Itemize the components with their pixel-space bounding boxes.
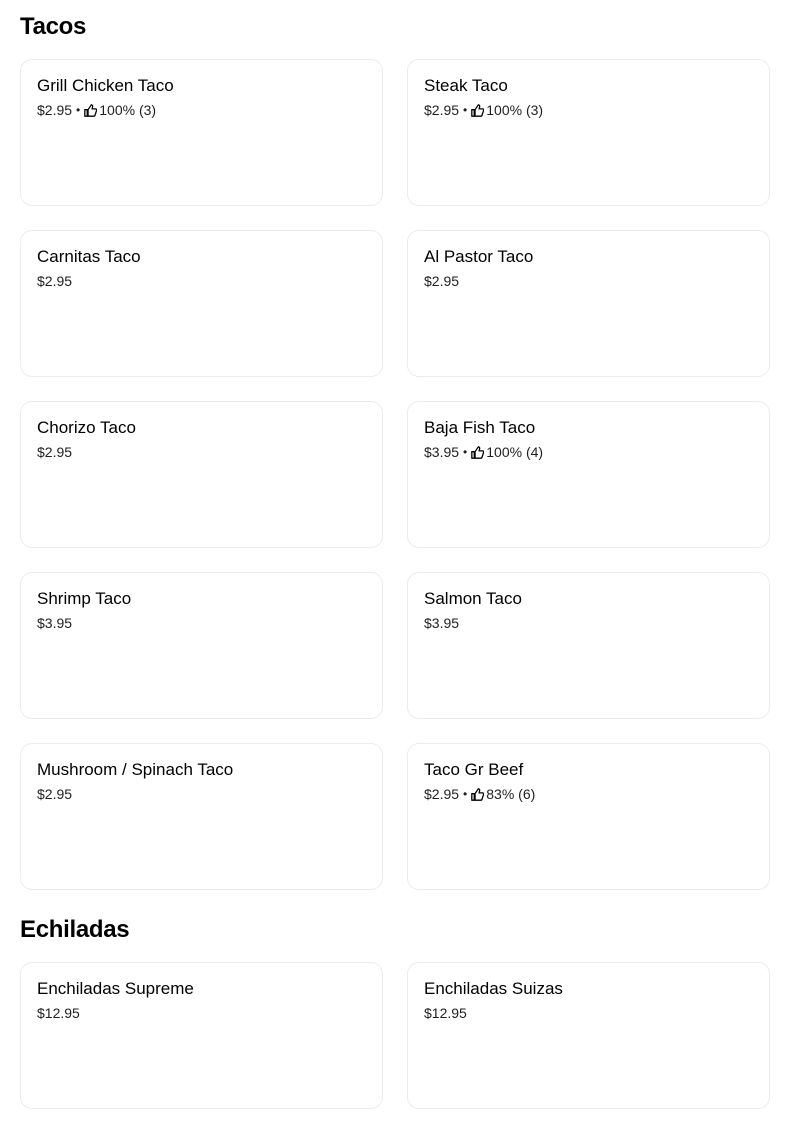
menu-item-meta: $2.95 •: [37, 443, 366, 461]
menu-item-price: $2.95: [424, 786, 460, 802]
menu-item-price: $12.95: [424, 1005, 467, 1021]
menu-item-meta: $2.95 •: [424, 272, 753, 290]
menu-item-name: Carnitas Taco: [37, 247, 141, 266]
menu-item-meta: $12.95 •: [424, 1004, 753, 1022]
menu-item-card[interactable]: Al Pastor Taco $2.95 •: [407, 230, 770, 377]
menu-item-card[interactable]: Salmon Taco $3.95 •: [407, 572, 770, 719]
separator-dot: •: [463, 787, 468, 801]
menu-item-price: $3.95: [424, 615, 460, 631]
separator-dot: •: [463, 445, 468, 459]
menu-item-name: Grill Chicken Taco: [37, 76, 174, 95]
menu-item-meta: $3.95 •: [37, 614, 366, 632]
menu-item-card[interactable]: Carnitas Taco $2.95 •: [20, 230, 383, 377]
menu-item-meta: $2.95 •: [37, 785, 366, 803]
menu-item-meta: $3.95 • 100% (4): [424, 443, 753, 461]
menu-item-card[interactable]: Mushroom / Spinach Taco $2.95 •: [20, 743, 383, 890]
menu-item-price: $2.95: [424, 273, 460, 289]
menu-item-rating-text: 100% (3): [99, 102, 157, 118]
menu-item-card[interactable]: Grill Chicken Taco $2.95 • 100% (3): [20, 59, 383, 206]
menu-item-card[interactable]: Steak Taco $2.95 • 100% (3): [407, 59, 770, 206]
menu-item-price: $3.95: [37, 615, 73, 631]
menu-item-card[interactable]: Taco Gr Beef $2.95 • 83% (6): [407, 743, 770, 890]
menu-item-name: Mushroom / Spinach Taco: [37, 760, 234, 779]
menu-item-rating-text: 100% (4): [486, 444, 544, 460]
menu-item-meta: $2.95 •: [37, 272, 366, 290]
menu-item-meta: $12.95 •: [37, 1004, 366, 1022]
menu-item-name: Baja Fish Taco: [424, 418, 536, 437]
section-title-tacos: Tacos: [20, 13, 87, 40]
thumbs-up-icon: [84, 103, 98, 117]
menu-item-card[interactable]: Enchiladas Suizas $12.95 •: [407, 962, 770, 1109]
menu-item-name: Steak Taco: [424, 76, 508, 95]
menu-item-rating: • 100% (3): [459, 101, 543, 119]
menu-item-name: Enchiladas Supreme: [37, 979, 194, 998]
menu-grid-echiladas: Enchiladas Supreme $12.95 • Enchiladas S…: [20, 962, 770, 1109]
menu-item-price: $2.95: [37, 444, 73, 460]
menu-item-price: $2.95: [37, 273, 73, 289]
thumbs-up-icon: [471, 103, 485, 117]
menu-item-price: $2.95: [37, 786, 73, 802]
separator-dot: •: [76, 103, 81, 117]
menu-item-name: Enchiladas Suizas: [424, 979, 563, 998]
menu-item-price: $2.95: [424, 102, 460, 118]
menu-item-rating: • 83% (6): [459, 785, 535, 803]
thumbs-up-icon: [471, 787, 485, 801]
menu-item-rating-text: 100% (3): [486, 102, 544, 118]
menu-item-meta: $2.95 • 100% (3): [424, 101, 753, 119]
menu-item-rating-text: 83% (6): [486, 786, 536, 802]
menu-item-meta: $3.95 •: [424, 614, 753, 632]
menu-item-card[interactable]: Baja Fish Taco $3.95 • 100% (4): [407, 401, 770, 548]
menu-item-card[interactable]: Chorizo Taco $2.95 •: [20, 401, 383, 548]
separator-dot: •: [463, 103, 468, 117]
menu-item-name: Shrimp Taco: [37, 589, 132, 608]
menu-item-rating: • 100% (3): [72, 101, 156, 119]
thumbs-up-icon: [471, 445, 485, 459]
menu-item-card[interactable]: Shrimp Taco $3.95 •: [20, 572, 383, 719]
menu-item-name: Taco Gr Beef: [424, 760, 524, 779]
menu-item-meta: $2.95 • 100% (3): [37, 101, 366, 119]
menu-item-card[interactable]: Enchiladas Supreme $12.95 •: [20, 962, 383, 1109]
menu-item-name: Al Pastor Taco: [424, 247, 534, 266]
section-title-echiladas: Echiladas: [20, 916, 130, 943]
menu-item-name: Salmon Taco: [424, 589, 522, 608]
menu-grid-tacos: Grill Chicken Taco $2.95 • 100% (3) Stea…: [20, 59, 770, 890]
menu-item-price: $3.95: [424, 444, 460, 460]
menu-item-price: $2.95: [37, 102, 73, 118]
menu-item-price: $12.95: [37, 1005, 80, 1021]
menu-item-rating: • 100% (4): [459, 443, 543, 461]
menu-item-name: Chorizo Taco: [37, 418, 136, 437]
menu-item-meta: $2.95 • 83% (6): [424, 785, 753, 803]
